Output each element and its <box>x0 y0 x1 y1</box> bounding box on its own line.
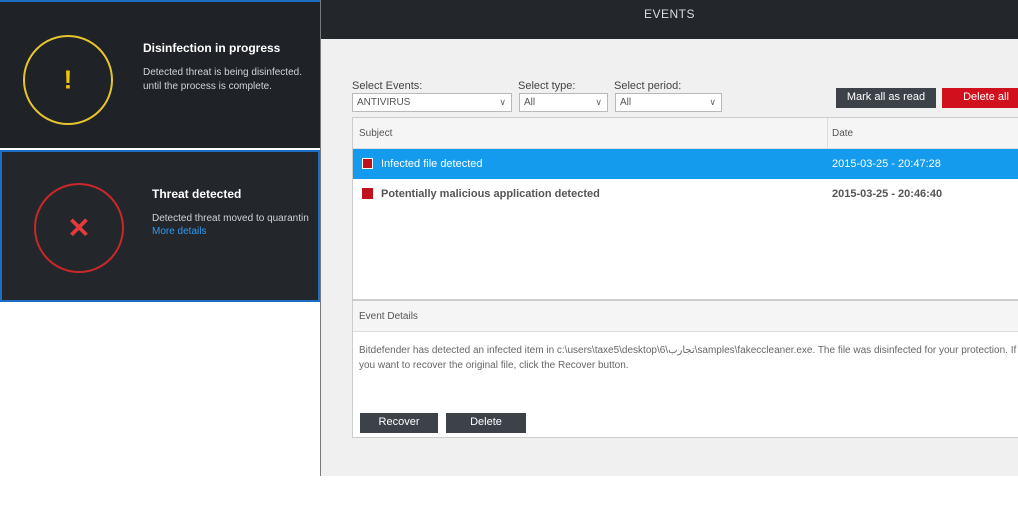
notification-title: Threat detected <box>152 187 242 201</box>
chevron-down-icon: ∨ <box>499 97 506 107</box>
event-details-panel: Event Details Bitdefender has detected a… <box>352 300 1018 438</box>
chevron-down-icon: ∨ <box>709 97 716 107</box>
event-subject: Potentially malicious application detect… <box>381 188 600 200</box>
delete-button[interactable]: Delete <box>446 413 526 433</box>
event-date: 2015-03-25 - 20:46:40 <box>832 188 943 200</box>
more-details-link[interactable]: More details <box>152 226 206 237</box>
event-details-heading: Event Details <box>353 301 1018 332</box>
events-window: EVENTS Select Events: ANTIVIRUS ∨ Select… <box>320 0 1018 476</box>
error-icon: ✕ <box>34 183 124 273</box>
table-header: Subject Date ▼ <box>353 118 1018 149</box>
threat-marker-icon <box>362 188 373 199</box>
window-title: EVENTS <box>321 0 1018 39</box>
mark-all-read-button[interactable]: Mark all as read <box>836 88 936 108</box>
select-events-dropdown[interactable]: ANTIVIRUS ∨ <box>352 93 512 112</box>
select-period-dropdown[interactable]: All ∨ <box>615 93 722 112</box>
column-divider <box>827 118 828 149</box>
select-type-dropdown[interactable]: All ∨ <box>519 93 608 112</box>
recover-button[interactable]: Recover <box>360 413 438 433</box>
chevron-down-icon: ∨ <box>595 97 602 107</box>
select-events-value: ANTIVIRUS <box>357 97 411 108</box>
notification-body: Detected threat moved to quarantin <box>152 213 309 224</box>
select-events-label: Select Events: <box>352 80 423 92</box>
event-subject: Infected file detected <box>381 158 483 170</box>
delete-all-button[interactable]: Delete all <box>942 88 1018 108</box>
column-header-subject[interactable]: Subject <box>359 118 392 149</box>
notification-body: Detected threat is being disinfected. un… <box>143 67 302 92</box>
events-table: Subject Date ▼ Infected file detected 20… <box>352 117 1018 300</box>
select-period-label: Select period: <box>614 80 682 92</box>
select-type-value: All <box>524 97 536 108</box>
notification-title: Disinfection in progress <box>143 41 281 55</box>
event-details-text: Bitdefender has detected an infected ite… <box>359 345 1017 371</box>
table-row[interactable]: Infected file detected 2015-03-25 - 20:4… <box>353 149 1018 179</box>
column-header-date[interactable]: Date <box>832 118 853 149</box>
warning-icon: ! <box>23 35 113 125</box>
select-period-value: All <box>620 97 632 108</box>
event-date: 2015-03-25 - 20:47:28 <box>832 158 941 170</box>
threat-notification: ✕ Threat detected Detected threat moved … <box>0 150 320 302</box>
threat-marker-icon <box>362 158 373 169</box>
table-row[interactable]: Potentially malicious application detect… <box>353 179 1018 209</box>
select-type-label: Select type: <box>518 80 576 92</box>
disinfection-notification: ! Disinfection in progress Detected thre… <box>0 0 320 148</box>
